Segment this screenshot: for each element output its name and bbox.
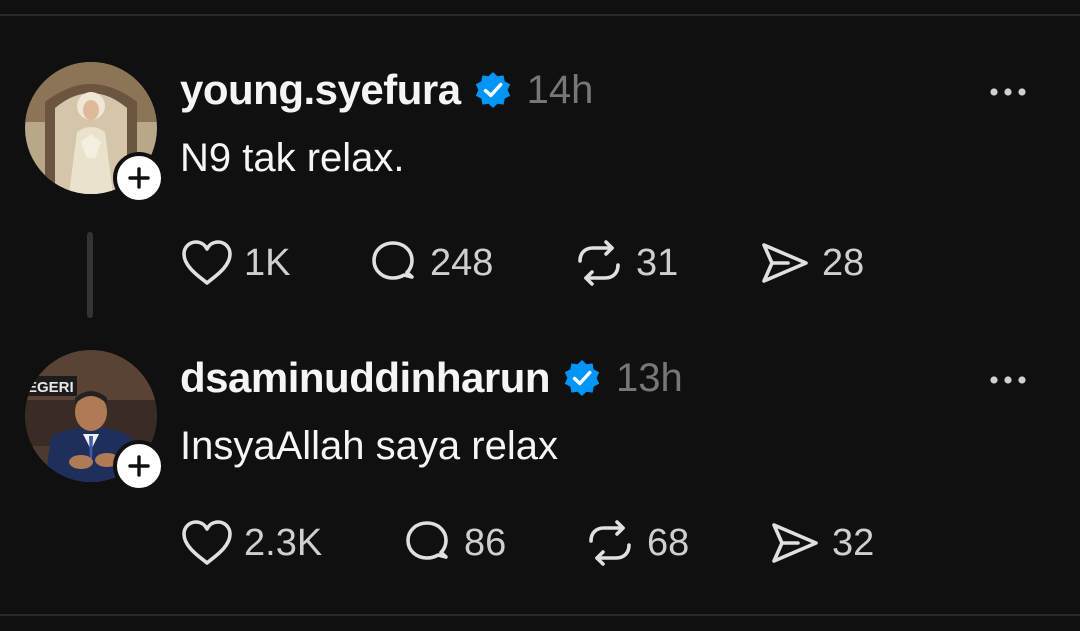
heart-icon	[182, 240, 232, 285]
repost-button[interactable]: 68	[583, 512, 689, 574]
share-icon	[762, 243, 808, 283]
repost-count: 31	[636, 241, 679, 284]
share-button[interactable]: 32	[768, 512, 874, 574]
avatar-sign-text: EGERI	[27, 379, 74, 396]
post-header: young.syefura 14h	[180, 64, 593, 116]
reply-button[interactable]: 86	[400, 512, 506, 574]
username[interactable]: young.syefura	[180, 66, 461, 114]
repost-count: 68	[647, 521, 690, 564]
more-icon	[990, 88, 1026, 96]
share-icon	[772, 523, 818, 563]
avatar-container: EGERI	[25, 350, 165, 492]
bottom-divider	[0, 614, 1080, 616]
thread-line	[87, 232, 93, 318]
avatar-container	[25, 62, 165, 204]
post-text: N9 tak relax.	[180, 136, 405, 180]
reply-button[interactable]: 248	[366, 232, 493, 294]
follow-button[interactable]	[113, 152, 165, 204]
repost-icon	[589, 520, 631, 566]
like-count: 2.3K	[244, 521, 323, 564]
plus-icon	[128, 455, 150, 477]
follow-button[interactable]	[113, 440, 165, 492]
like-button[interactable]: 1K	[180, 232, 290, 294]
verified-badge-icon	[475, 72, 510, 108]
reply-count: 86	[464, 521, 507, 564]
more-button[interactable]	[986, 358, 1030, 402]
post-text: InsyaAllah saya relax	[180, 424, 558, 468]
reply-icon	[372, 241, 414, 280]
share-count: 32	[832, 521, 875, 564]
share-button[interactable]: 28	[758, 232, 864, 294]
share-count: 28	[822, 241, 865, 284]
like-count: 1K	[244, 241, 291, 284]
repost-button[interactable]: 31	[572, 232, 678, 294]
more-icon	[990, 376, 1026, 384]
username[interactable]: dsaminuddinharun	[180, 354, 551, 402]
heart-icon	[182, 520, 232, 565]
like-button[interactable]: 2.3K	[180, 512, 322, 574]
plus-icon	[128, 167, 150, 189]
post-time: 13h	[616, 355, 683, 400]
verified-badge-icon	[564, 360, 600, 396]
reply-count: 248	[430, 241, 494, 284]
post-header: dsaminuddinharun 13h	[180, 352, 683, 404]
post-time: 14h	[526, 67, 594, 112]
top-divider	[0, 14, 1080, 16]
reply-icon	[406, 521, 448, 560]
repost-icon	[578, 240, 620, 286]
more-button[interactable]	[986, 70, 1030, 114]
